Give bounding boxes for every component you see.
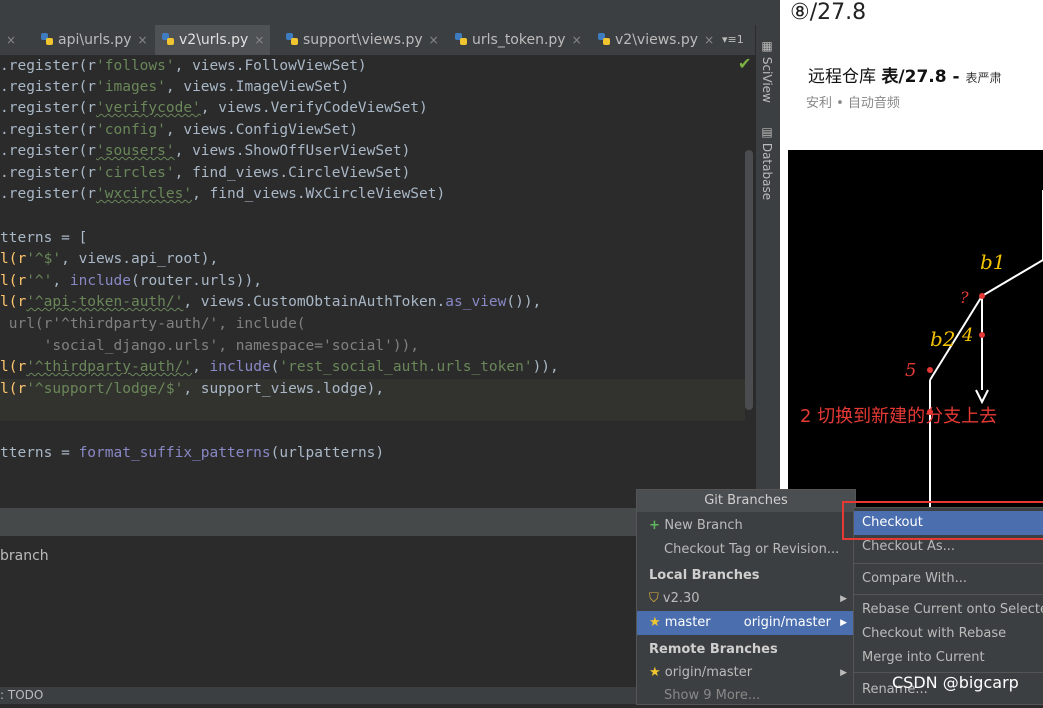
branch-item-origin-master[interactable]: ★ origin/master ▶ [637, 661, 855, 685]
code-line: tterns = [ [0, 230, 88, 246]
inspection-ok-icon: ✔ [738, 54, 752, 73]
merge-into-current-item[interactable]: Merge into Current [854, 646, 1043, 670]
code-line-comment: url(r'^thirdparty-auth/', include( [0, 316, 306, 332]
checkout-tag-item[interactable]: Checkout Tag or Revision... [637, 538, 855, 562]
handwritten-label: b1 [980, 250, 1006, 274]
code-line: .register(r'config', views.ConfigViewSet… [0, 122, 358, 138]
close-icon[interactable]: × [429, 33, 439, 47]
video-caption: 2 切换到新建的分支上去 [800, 406, 998, 427]
checkout-with-rebase-item[interactable]: Checkout with Rebase [854, 622, 1043, 646]
local-branches-header: Local Branches [649, 568, 760, 583]
git-branches-popup: Git Branches + New Branch Checkout Tag o… [636, 489, 856, 705]
sciview-tool-button[interactable]: ▦ SciView [760, 39, 774, 103]
tab-overflow-menu[interactable]: ▾≡1 [722, 25, 744, 55]
code-line: l(r'^thirdparty-auth/', include('rest_so… [0, 359, 559, 375]
star-icon: ★ [649, 665, 665, 680]
code-line: l(r'^$', views.api_root), [0, 251, 219, 267]
panel-text: branch [0, 548, 49, 564]
code-line: .register(r'images', views.ImageViewSet) [0, 79, 350, 95]
article-title: 远程仓库 表/27.8 - 表严肃 [808, 67, 1002, 87]
show-more-item[interactable]: Show 9 More... [637, 684, 855, 708]
code-line: .register(r'verifycode', views.VerifyCod… [0, 100, 428, 116]
popup-title: Git Branches [637, 490, 855, 512]
plus-icon: + [649, 518, 665, 533]
menu-separator [854, 594, 1043, 595]
handwritten-label: b2 [930, 327, 956, 351]
code-line: .register(r'follows', views.FollowViewSe… [0, 58, 367, 74]
tab-overflow-left[interactable]: × [0, 25, 34, 55]
tab-v2-views[interactable]: v2\views.py × [591, 25, 720, 55]
close-icon[interactable]: × [704, 33, 714, 47]
article-header-text: ⑧/27.8 [790, 0, 867, 25]
branch-item-master[interactable]: ★ master origin/master ▶ [637, 611, 855, 635]
chevron-right-icon: ▶ [840, 618, 847, 628]
tab-support-views[interactable]: support\views.py × [279, 25, 445, 55]
python-file-icon [455, 33, 467, 45]
close-icon[interactable]: × [572, 33, 582, 47]
code-line: l(r'^', include(router.urls)), [0, 273, 262, 289]
tab-api-urls[interactable]: api\urls.py × [34, 25, 154, 55]
watermark: CSDN @bigcarp [892, 673, 1019, 692]
remote-branches-header: Remote Branches [649, 642, 778, 657]
ide-top-strip [0, 0, 780, 25]
code-line: .register(r'circles', find_views.CircleV… [0, 165, 411, 181]
python-file-icon [286, 33, 298, 45]
code-line: l(r'^api-token-auth/', views.CustomObtai… [0, 294, 542, 310]
python-file-icon [41, 33, 53, 45]
editor-scrollbar[interactable] [745, 150, 753, 410]
handwritten-label: 5 [905, 360, 917, 381]
database-icon: ▤ [760, 125, 774, 143]
todo-tool-button[interactable]: : TODO [0, 688, 43, 702]
menu-separator [854, 563, 1043, 564]
chevron-right-icon: ▶ [840, 668, 847, 678]
compare-with-item[interactable]: Compare With... [854, 567, 1043, 591]
tab-v2-urls[interactable]: v2\urls.py × [155, 25, 271, 55]
highlight-annotation-box [842, 501, 1043, 540]
branch-item-v2-30[interactable]: ⛉ v2.30 ▶ [637, 587, 855, 611]
database-tool-button[interactable]: ▤ Database [760, 125, 774, 200]
article-subtitle: 安利 • 自动音频 [806, 96, 900, 111]
tab-urls-token[interactable]: urls_token.py × [448, 25, 588, 55]
chevron-right-icon: ▶ [840, 594, 847, 604]
handwritten-label: ? [960, 288, 969, 307]
tag-icon: ⛉ [649, 591, 663, 606]
python-file-icon [598, 33, 610, 45]
code-line-comment: 'social_django.urls', namespace='social'… [0, 338, 420, 354]
new-branch-item[interactable]: + New Branch [637, 514, 855, 538]
code-line: tterns = format_suffix_patterns(urlpatte… [0, 445, 385, 461]
handwritten-label: 4 [962, 325, 974, 346]
sciview-icon: ▦ [760, 39, 774, 57]
close-icon[interactable]: × [138, 33, 148, 47]
code-line: .register(r'sousers', views.ShowOffUserV… [0, 143, 411, 159]
code-line: .register(r'wxcircles', find_views.WxCir… [0, 186, 446, 202]
star-icon: ★ [649, 615, 665, 630]
close-icon[interactable]: × [254, 33, 264, 47]
editor-tab-bar: × api\urls.py × v2\urls.py × support\views… [0, 25, 755, 56]
python-file-icon [162, 33, 174, 45]
code-line: l(r'^support/lodge/$', support_views.lod… [0, 381, 385, 397]
rebase-onto-item[interactable]: Rebase Current onto Selecte [854, 598, 1043, 622]
